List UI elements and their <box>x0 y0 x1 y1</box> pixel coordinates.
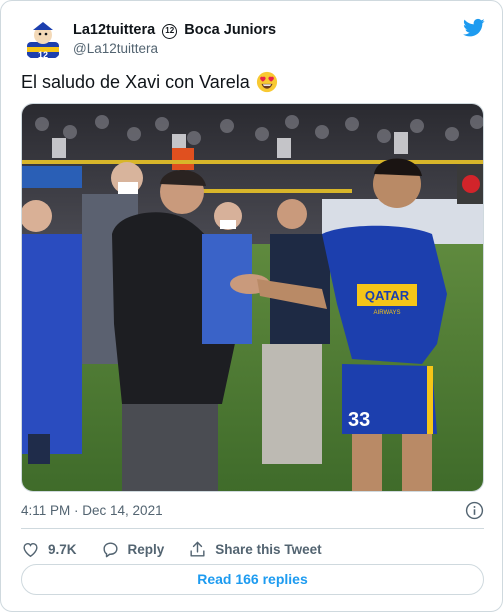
tweet-card: 12 La12tuittera 12 Boca Juniors @La12tui… <box>0 0 503 612</box>
twelve-badge-icon: 12 <box>162 24 178 39</box>
share-button[interactable]: Share this Tweet <box>188 540 322 559</box>
info-icon[interactable] <box>465 501 484 520</box>
reply-button[interactable]: Reply <box>101 540 165 559</box>
tweet-text: El saludo de Xavi con Varela <box>21 71 278 93</box>
media-scene: QATAR AIRWAYS 33 <box>22 104 483 491</box>
divider <box>21 528 484 529</box>
tweet-media-image[interactable]: QATAR AIRWAYS 33 <box>21 103 484 492</box>
display-name-suffix: Boca Juniors <box>184 22 277 38</box>
shirt-number-text: 33 <box>348 409 370 431</box>
reply-label: Reply <box>127 541 165 557</box>
share-label: Share this Tweet <box>215 541 322 557</box>
like-button[interactable]: 9.7K <box>21 540 77 559</box>
shirt-sponsor-text: QATAR <box>365 288 410 303</box>
reply-bubble-icon <box>102 541 118 557</box>
avatar[interactable]: 12 <box>21 18 65 62</box>
user-handle[interactable]: @La12tuittera <box>73 41 158 56</box>
tweet-text-body: El saludo de Xavi con Varela <box>21 71 250 92</box>
shirt-sponsor-subtext: AIRWAYS <box>374 310 401 316</box>
read-replies-button[interactable]: Read 166 replies <box>21 564 484 595</box>
heart-icon <box>23 542 38 557</box>
avatar-image: 12 <box>21 18 65 62</box>
tweet-actions: 9.7K Reply Share this Tweet <box>21 538 346 560</box>
display-name[interactable]: La12tuittera 12 Boca Juniors <box>73 22 276 39</box>
tweet-timestamp[interactable]: 4:11 PM · Dec 14, 2021 <box>21 503 163 518</box>
svg-text:12: 12 <box>38 50 48 60</box>
like-count: 9.7K <box>48 541 77 557</box>
twitter-bird-icon[interactable] <box>463 18 485 38</box>
share-upload-icon <box>190 541 205 557</box>
display-name-text: La12tuittera <box>73 22 156 38</box>
heart-eyes-emoji-icon <box>256 71 277 93</box>
